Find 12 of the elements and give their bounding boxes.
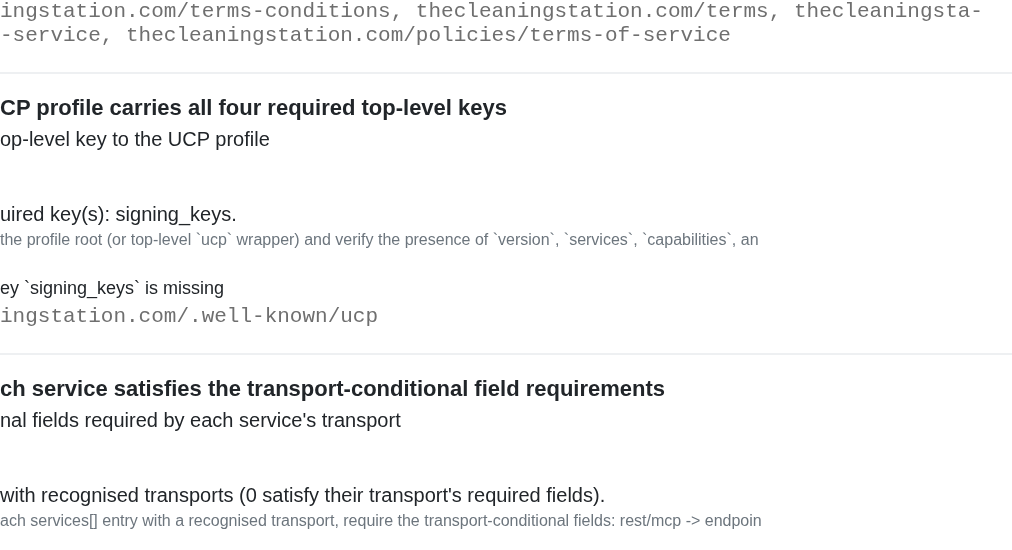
check-method: the profile root (or top-level `ucp` wrapper) and verify the presence of `version`, `services`, `capabilities`, an	[0, 230, 759, 250]
evidence-url-text: ingstation.com/terms-conditions, thecleaningstation.com/terms, thecleaningsta-	[0, 0, 983, 24]
check-title: CP profile carries all four required top-level keys	[0, 94, 507, 122]
check-description: nal fields required by each service's transport	[0, 408, 401, 433]
check-result: with recognised transports (0 satisfy their transport's required fields).	[0, 483, 606, 508]
check-location: ingstation.com/.well-known/ucp	[0, 305, 379, 329]
check-result: uired key(s): signing_keys.	[0, 202, 237, 227]
check-title: ch service satisfies the transport-conditional field requirements	[0, 375, 666, 403]
check-finding: ey `signing_keys` is missing	[0, 277, 225, 300]
check-method: ach services[] entry with a recognised transport, require the transport-conditional fields: rest/mcp -> endpoin	[0, 511, 762, 531]
check-description: op-level key to the UCP profile	[0, 127, 270, 152]
evidence-url-text: -service, thecleaningstation.com/policies/terms-of-service	[0, 24, 731, 48]
